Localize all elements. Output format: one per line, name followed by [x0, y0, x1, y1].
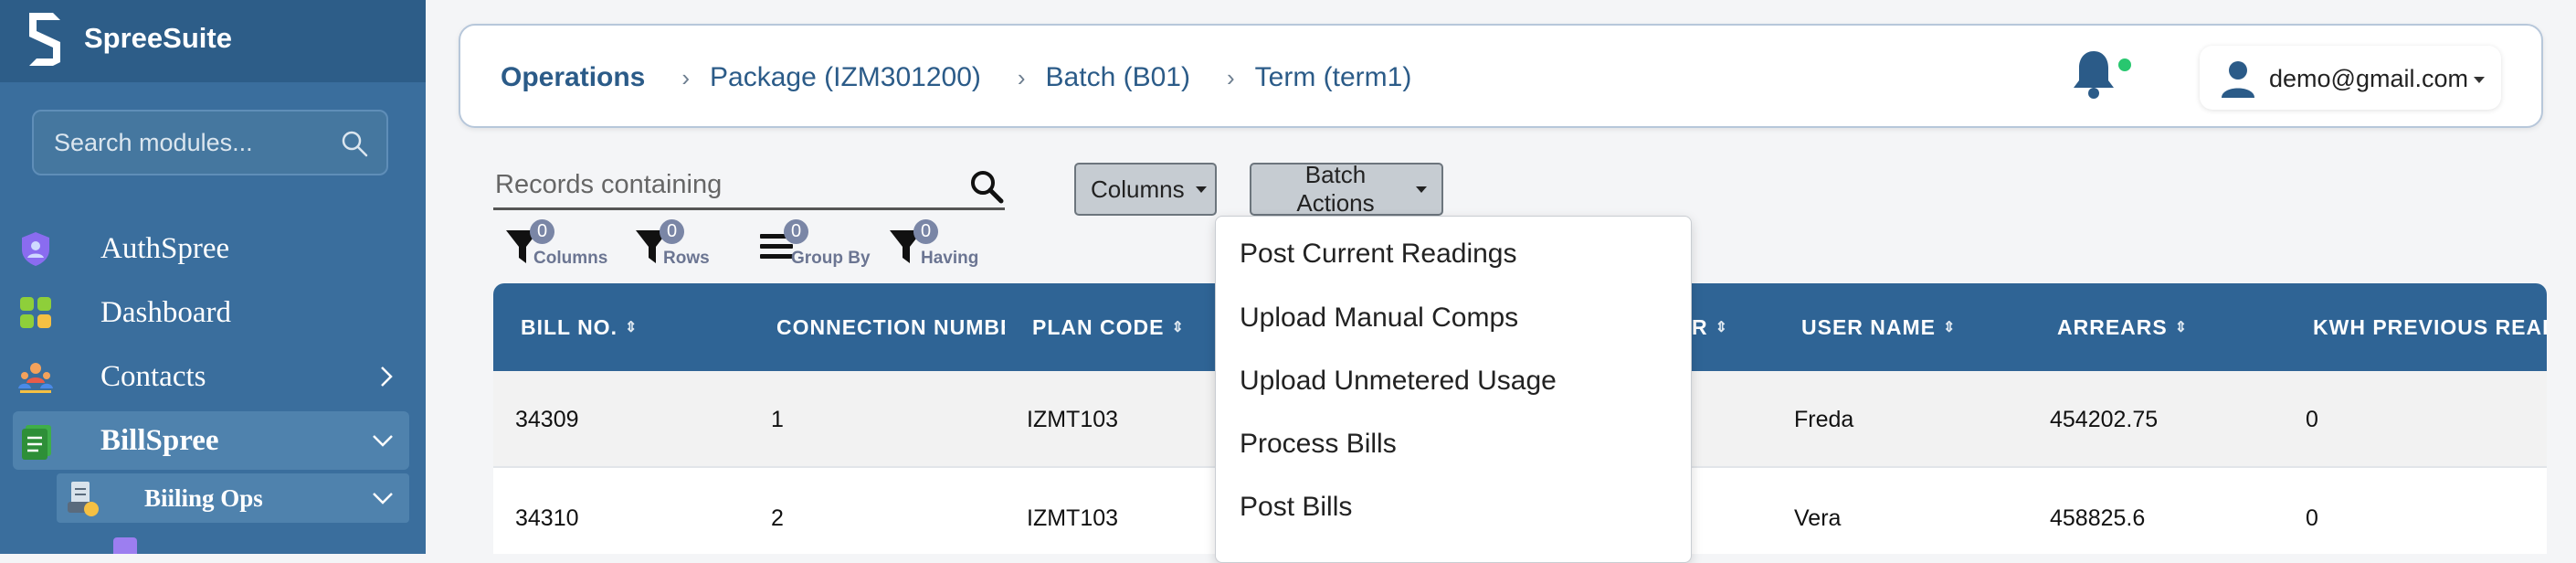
module-search — [32, 110, 388, 175]
sort-icon: ⇕ — [1943, 320, 1957, 335]
cell-bill-no: 34309 — [515, 406, 579, 432]
menu-item-upload-manual-comps[interactable]: Upload Manual Comps — [1240, 303, 1518, 334]
sidebar: SpreeSuite AuthSpree Dashboard — [0, 0, 426, 554]
breadcrumb-root[interactable]: Operations — [501, 62, 645, 93]
sort-icon: ⇕ — [1715, 320, 1729, 335]
filter-count-badge: 0 — [784, 219, 808, 244]
column-header-arrears[interactable]: ARREARS ⇕ — [2057, 283, 2258, 371]
brand-bar: SpreeSuite — [0, 0, 426, 82]
filter-label: Rows — [663, 249, 710, 268]
sidebar-item-label: Dashboard — [100, 295, 231, 329]
records-search — [493, 163, 1005, 210]
menu-item-upload-unmetered-usage[interactable]: Upload Unmetered Usage — [1240, 366, 1557, 397]
cell-plan-code: IZMT103 — [1027, 406, 1119, 432]
sort-icon: ⇕ — [2174, 320, 2189, 335]
billing-ops-icon — [68, 482, 99, 516]
cell-kwh-previous-reading: 0 — [2306, 505, 2318, 531]
records-search-input[interactable] — [495, 163, 934, 207]
caret-down-icon — [2474, 77, 2485, 83]
sort-icon: ⇕ — [1171, 320, 1185, 335]
breadcrumb-separator-icon: › — [681, 63, 691, 91]
columns-dropdown-label: Columns — [1091, 175, 1185, 203]
notification-dot — [2118, 58, 2131, 71]
sidebar-item-billing-ops[interactable]: Biiling Ops — [57, 473, 409, 523]
breadcrumb-item-batch[interactable]: Batch (B01) — [1046, 62, 1190, 93]
columns-dropdown-button[interactable]: Columns — [1074, 163, 1217, 216]
cell-connection-number: 1 — [771, 406, 784, 432]
filter-label: Columns — [533, 249, 608, 268]
column-header-partial[interactable]: R ⇕ — [1692, 283, 1765, 371]
column-header-connection-number[interactable]: CONNECTION NUMBER — [776, 283, 1005, 371]
breadcrumb-separator-icon: › — [1226, 63, 1235, 91]
column-header-bill-no[interactable]: BILL NO. ⇕ — [521, 283, 731, 371]
chevron-down-icon — [373, 435, 393, 447]
cell-plan-code: IZMT103 — [1027, 505, 1119, 531]
filter-count-badge: 0 — [913, 219, 938, 244]
filter-columns[interactable]: 0 Columns — [504, 219, 623, 274]
user-email: demo@gmail.com — [2269, 65, 2468, 92]
breadcrumb-item-package[interactable]: Package (IZM301200) — [710, 62, 981, 93]
cell-connection-number: 2 — [771, 505, 784, 531]
filter-label: Having — [921, 249, 979, 268]
batch-actions-label: Batch Actions — [1296, 161, 1375, 217]
filter-having[interactable]: 0 Having — [888, 219, 1007, 274]
menu-item-post-bills[interactable]: Post Bills — [1240, 492, 1352, 523]
batch-actions-button[interactable]: Batch Actions — [1250, 161, 1443, 217]
search-icon[interactable] — [341, 130, 368, 157]
menu-item-post-current-readings[interactable]: Post Current Readings — [1240, 239, 1517, 270]
user-icon — [2222, 61, 2254, 98]
cell-user-name: Freda — [1794, 406, 1854, 432]
filter-count-badge: 0 — [660, 219, 684, 244]
top-header: Operations › Package (IZM301200) › Batch… — [459, 24, 2543, 128]
filter-count-badge: 0 — [530, 219, 554, 244]
sidebar-item-label: AuthSpree — [100, 231, 230, 265]
filter-rows[interactable]: 0 Rows — [634, 219, 734, 274]
filter-label: Group By — [791, 249, 871, 268]
spreesuite-logo-icon — [29, 13, 60, 66]
sidebar-item-label: BillSpree — [100, 423, 219, 457]
breadcrumb-item-term[interactable]: Term (term1) — [1255, 62, 1412, 93]
module-search-input[interactable] — [54, 112, 337, 174]
column-header-kwh-previous-reading[interactable]: KWH PREVIOUS READING — [2313, 283, 2547, 371]
sidebar-item-contacts[interactable]: Contacts — [0, 347, 426, 406]
cell-arrears: 454202.75 — [2050, 406, 2159, 432]
dashboard-icon — [20, 297, 51, 328]
cell-kwh-previous-reading: 0 — [2306, 406, 2318, 432]
menu-item-process-bills[interactable]: Process Bills — [1240, 429, 1397, 460]
breadcrumb: Operations › Package (IZM301200) › Batch… — [501, 26, 1411, 130]
filter-group-by[interactable]: 0 Group By — [758, 219, 895, 274]
chevron-right-icon — [381, 366, 393, 387]
app-name: SpreeSuite — [84, 22, 232, 54]
user-menu-button[interactable]: demo@gmail.com — [2200, 46, 2501, 110]
cell-arrears: 458825.6 — [2050, 505, 2146, 531]
column-header-plan-code[interactable]: PLAN CODE ⇕ — [1032, 283, 1215, 371]
caret-down-icon — [1416, 186, 1427, 193]
cell-user-name: Vera — [1794, 505, 1842, 531]
sidebar-item-billspree[interactable]: BillSpree — [13, 411, 409, 470]
sort-icon: ⇕ — [624, 320, 639, 335]
search-icon[interactable] — [968, 168, 1005, 205]
chevron-down-icon — [373, 493, 393, 505]
batch-actions-menu: Post Current Readings Upload Manual Comp… — [1215, 216, 1692, 563]
cell-bill-no: 34310 — [515, 505, 579, 531]
bell-icon[interactable] — [2070, 48, 2117, 101]
breadcrumb-separator-icon: › — [1017, 63, 1026, 91]
sidebar-item-label: Biiling Ops — [144, 483, 263, 512]
sidebar-item-authspree[interactable]: AuthSpree — [0, 219, 426, 278]
sidebar-item-label: Contacts — [100, 359, 206, 393]
caret-down-icon — [1195, 186, 1207, 193]
shield-user-icon — [22, 232, 49, 266]
column-header-user-name[interactable]: USER NAME ⇕ — [1801, 283, 2021, 371]
sub-item-icon — [113, 537, 137, 554]
sidebar-item-dashboard[interactable]: Dashboard — [0, 283, 426, 342]
bill-icon — [22, 425, 51, 460]
contacts-icon — [18, 363, 53, 393]
